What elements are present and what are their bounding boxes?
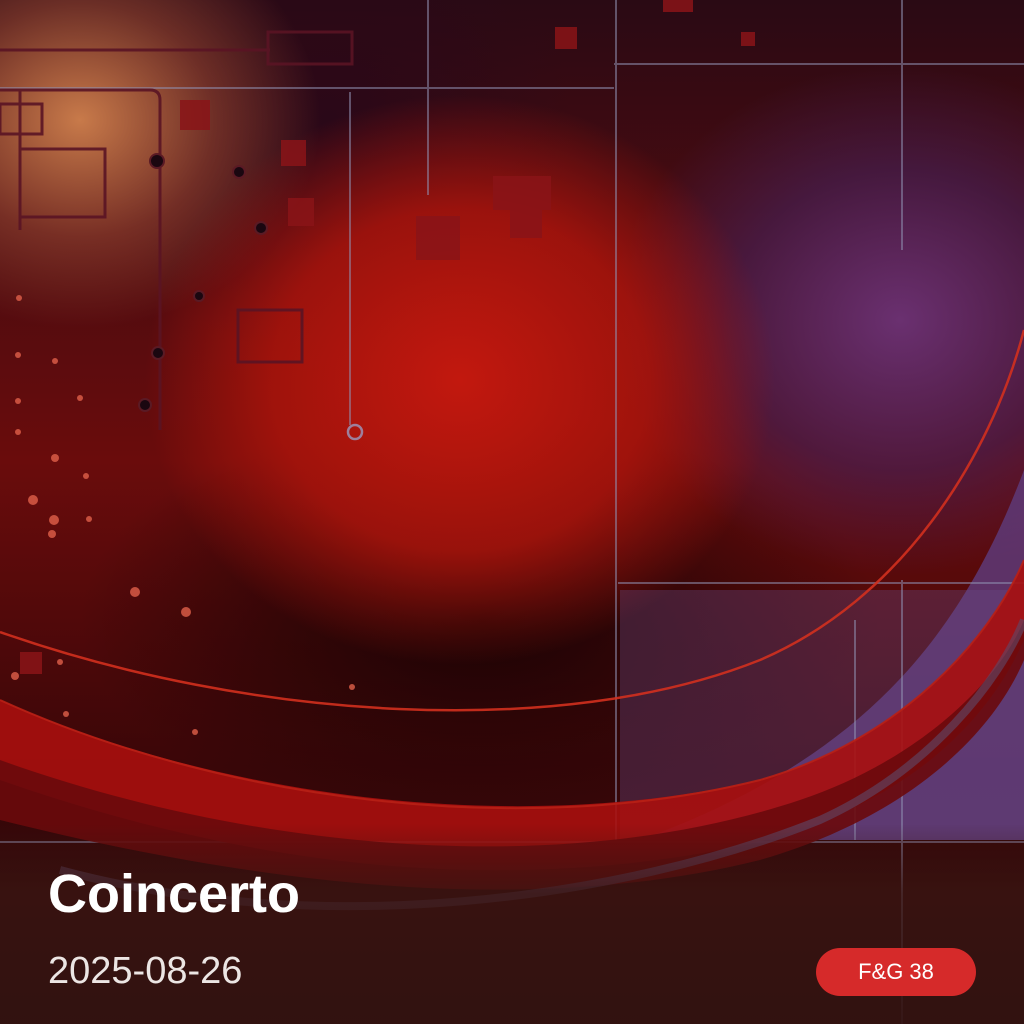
page-title: Coincerto <box>48 864 301 924</box>
cover-card: Coincerto 2025-08-26 F&G 38 <box>0 0 1024 1024</box>
date-label: 2025-08-26 <box>48 950 243 992</box>
fear-greed-badge: F&G 38 <box>816 948 976 996</box>
